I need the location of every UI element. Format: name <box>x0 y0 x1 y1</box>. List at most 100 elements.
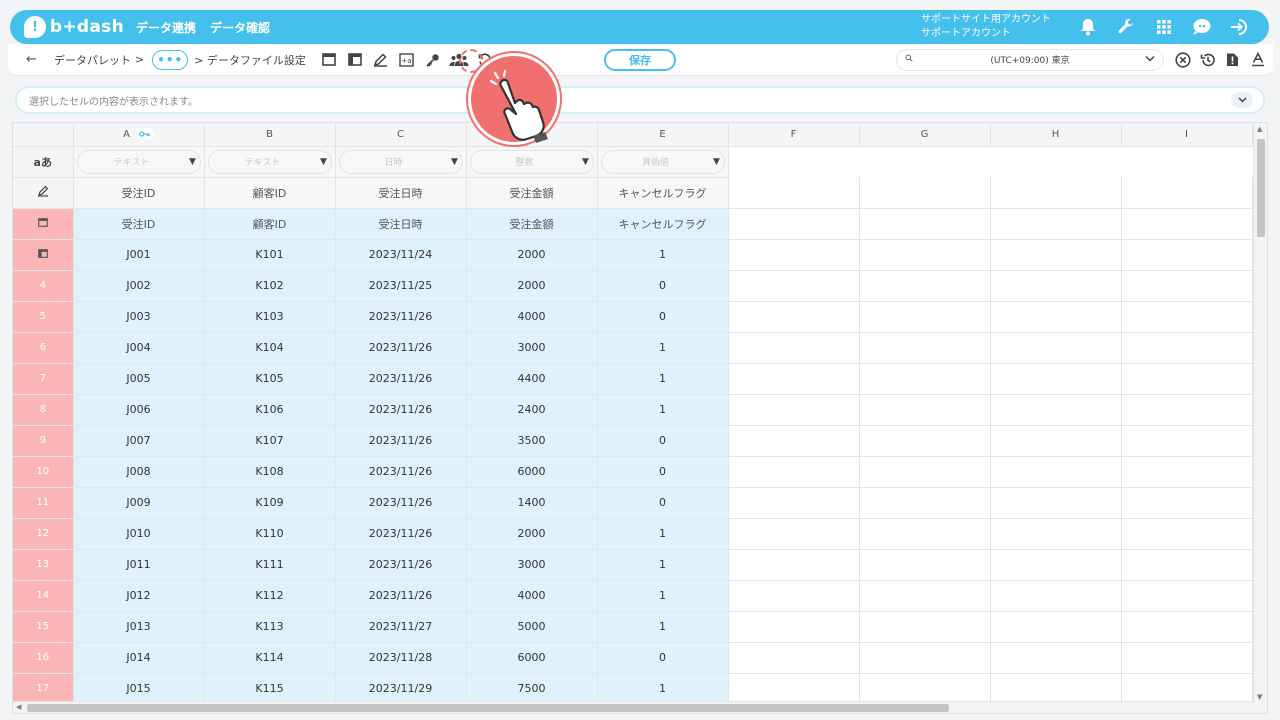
data-cell[interactable]: J012 <box>73 580 205 612</box>
empty-cell[interactable] <box>728 611 860 643</box>
data-cell[interactable]: K107 <box>204 425 336 457</box>
data-cell[interactable]: J009 <box>73 487 205 519</box>
empty-cell[interactable] <box>859 239 991 271</box>
scroll-down-arrow-icon[interactable]: ▼ <box>1257 693 1262 701</box>
empty-cell[interactable] <box>1121 239 1253 271</box>
empty-cell[interactable] <box>728 549 860 581</box>
data-cell[interactable]: 1 <box>597 394 729 426</box>
scroll-up-arrow-icon[interactable]: ▲ <box>1257 125 1262 133</box>
empty-cell[interactable] <box>990 425 1122 457</box>
empty-cell[interactable] <box>990 456 1122 488</box>
row-number[interactable]: 10 <box>13 456 74 488</box>
data-cell[interactable]: 1 <box>597 332 729 364</box>
logout-icon[interactable] <box>1221 12 1259 42</box>
row-number[interactable]: 17 <box>13 673 74 705</box>
cell-content-bar[interactable]: 選択したセルの内容が表示されます。 <box>15 86 1265 114</box>
data-cell[interactable]: K104 <box>204 332 336 364</box>
empty-cell[interactable] <box>728 332 860 364</box>
data-cell[interactable]: 2400 <box>466 394 598 426</box>
data-cell[interactable]: 0 <box>597 456 729 488</box>
back-arrow-icon[interactable]: ← <box>26 52 40 67</box>
data-cell[interactable]: 1 <box>597 549 729 581</box>
empty-cell[interactable] <box>859 518 991 550</box>
data-cell[interactable]: 2000 <box>466 270 598 302</box>
column-header-g[interactable]: G <box>859 123 991 147</box>
data-cell[interactable]: 4400 <box>466 363 598 395</box>
data-cell[interactable]: 5000 <box>466 611 598 643</box>
column-header-c[interactable]: C <box>335 123 467 147</box>
nav-data-check[interactable]: データ確認 <box>210 19 284 36</box>
data-cell[interactable]: 6000 <box>466 456 598 488</box>
type-select[interactable]: 日時 ▼ <box>338 149 463 174</box>
row-number[interactable]: 11 <box>13 487 74 519</box>
empty-cell[interactable] <box>859 146 990 177</box>
empty-cell[interactable] <box>1121 673 1253 705</box>
data-cell[interactable]: 2023/11/26 <box>335 394 467 426</box>
data-cell[interactable]: 2023/11/26 <box>335 301 467 333</box>
row-number[interactable]: 9 <box>13 425 74 457</box>
data-cell[interactable]: 2000 <box>466 239 598 271</box>
data-cell[interactable]: K111 <box>204 549 336 581</box>
empty-cell[interactable] <box>990 549 1122 581</box>
row-number[interactable]: 7 <box>13 363 74 395</box>
horizontal-scroll-thumb[interactable] <box>27 704 949 712</box>
add-column-icon[interactable]: +a <box>394 49 420 71</box>
vertical-scrollbar[interactable]: ▲ ▼ <box>1253 123 1267 713</box>
data-cell[interactable]: J003 <box>73 301 205 333</box>
bell-icon[interactable] <box>1069 12 1107 42</box>
empty-cell[interactable] <box>859 270 991 302</box>
history-icon[interactable] <box>1195 49 1220 71</box>
data-cell[interactable]: 2023/11/27 <box>335 611 467 643</box>
type-select[interactable]: 整数 ▼ <box>469 149 594 174</box>
data-cell[interactable]: K113 <box>204 611 336 643</box>
empty-cell[interactable] <box>1121 394 1253 426</box>
row-number[interactable]: 8 <box>13 394 74 426</box>
column-header-h[interactable]: H <box>990 123 1122 147</box>
row-number[interactable]: 12 <box>13 518 74 550</box>
bdash-logo[interactable]: ! b+dash <box>24 16 124 38</box>
file-alert-icon[interactable] <box>1220 49 1245 71</box>
empty-cell[interactable] <box>990 394 1122 426</box>
wrench-icon[interactable] <box>1107 12 1145 42</box>
empty-cell[interactable] <box>1121 549 1253 581</box>
empty-cell[interactable] <box>859 456 991 488</box>
support-chat-icon[interactable] <box>1183 12 1221 42</box>
data-cell[interactable]: K101 <box>204 239 336 271</box>
scroll-left-arrow-icon[interactable]: ◀ <box>16 703 21 711</box>
empty-cell[interactable] <box>859 549 991 581</box>
empty-cell[interactable] <box>728 146 859 177</box>
data-cell[interactable]: 1 <box>597 673 729 705</box>
data-cell[interactable]: 2023/11/28 <box>335 642 467 674</box>
empty-cell[interactable] <box>859 332 991 364</box>
data-cell[interactable]: J011 <box>73 549 205 581</box>
empty-cell[interactable] <box>859 580 991 612</box>
empty-cell[interactable] <box>728 270 860 302</box>
empty-cell[interactable] <box>990 518 1122 550</box>
primary-key-icon[interactable] <box>135 128 154 141</box>
column-header-e[interactable]: E <box>597 123 729 147</box>
edit-pen-icon[interactable] <box>368 49 394 71</box>
source-header-cell[interactable]: 受注金額 <box>466 208 598 240</box>
empty-cell[interactable] <box>859 363 991 395</box>
empty-cell[interactable] <box>990 208 1122 240</box>
table-format-icon[interactable] <box>342 49 368 71</box>
first-data-row-icon[interactable] <box>13 239 74 271</box>
timezone-select[interactable]: (UTC+09:00) 東京 <box>896 48 1164 71</box>
empty-cell[interactable] <box>859 642 991 674</box>
data-cell[interactable]: 2023/11/26 <box>335 363 467 395</box>
data-cell[interactable]: K102 <box>204 270 336 302</box>
data-cell[interactable]: 7500 <box>466 673 598 705</box>
data-cell[interactable]: 0 <box>597 642 729 674</box>
data-cell[interactable]: 3500 <box>466 425 598 457</box>
row-number[interactable]: 5 <box>13 301 74 333</box>
apps-grid-icon[interactable] <box>1145 12 1183 42</box>
type-select[interactable]: テキスト ▼ <box>207 149 332 174</box>
data-cell[interactable]: K109 <box>204 487 336 519</box>
empty-cell[interactable] <box>1121 363 1253 395</box>
data-cell[interactable]: J008 <box>73 456 205 488</box>
source-header-cell[interactable]: 受注ID <box>73 208 205 240</box>
empty-cell[interactable] <box>990 642 1122 674</box>
type-select[interactable]: テキスト ▼ <box>76 149 201 174</box>
empty-cell[interactable] <box>728 518 860 550</box>
data-cell[interactable]: 2023/11/26 <box>335 580 467 612</box>
